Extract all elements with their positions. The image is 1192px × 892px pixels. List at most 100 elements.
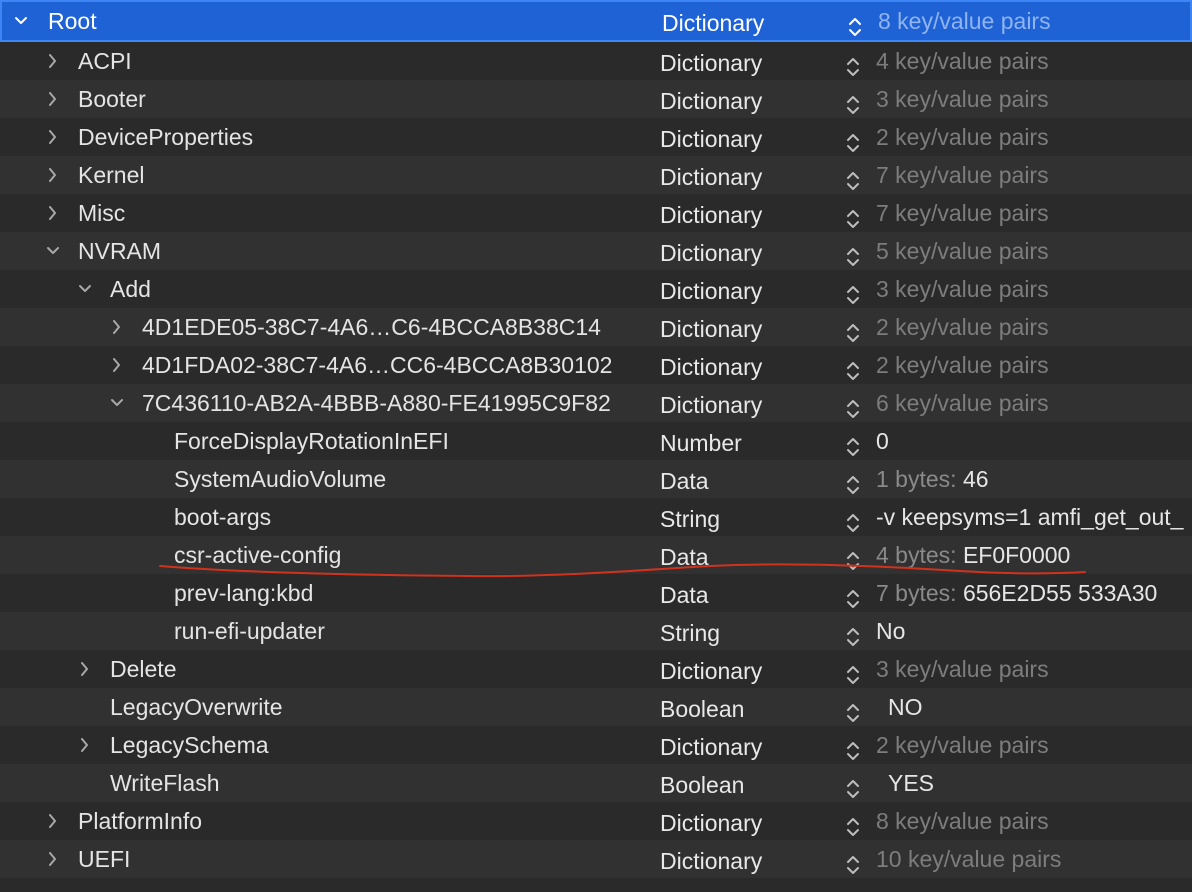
up-down-stepper-icon[interactable]: [845, 89, 861, 114]
plist-row-boot-args[interactable]: boot-args String -v keepsyms=1 amfi_get_ou…: [0, 498, 1192, 536]
up-down-stepper-icon[interactable]: [845, 545, 861, 570]
row-key[interactable]: csr-active-config: [174, 536, 341, 574]
row-value[interactable]: 5 key/value pairs: [876, 232, 1049, 270]
row-type[interactable]: Dictionary: [660, 272, 762, 310]
up-down-stepper-icon[interactable]: [845, 735, 861, 760]
chevron-right-icon[interactable]: [42, 42, 62, 80]
row-type[interactable]: Number: [660, 424, 742, 462]
row-value[interactable]: No: [876, 612, 905, 650]
up-down-stepper-icon[interactable]: [845, 279, 861, 304]
up-down-stepper-icon[interactable]: [845, 849, 861, 874]
up-down-stepper-icon[interactable]: [845, 317, 861, 342]
plist-row-deviceproperties[interactable]: DeviceProperties Dictionary 2 key/value pa…: [0, 118, 1192, 156]
row-type[interactable]: Dictionary: [660, 804, 762, 842]
row-type[interactable]: Dictionary: [660, 348, 762, 386]
up-down-stepper-icon[interactable]: [845, 811, 861, 836]
chevron-right-icon[interactable]: [74, 726, 94, 764]
row-type[interactable]: Data: [660, 576, 709, 614]
up-down-stepper-icon[interactable]: [845, 203, 861, 228]
plist-row-prev-lang-kbd[interactable]: prev-lang:kbd Data 7 bytes: 656E2D55 533A3…: [0, 574, 1192, 612]
plist-row-uefi[interactable]: UEFI Dictionary 10 key/value pairs: [0, 840, 1192, 878]
row-type[interactable]: Dictionary: [660, 44, 762, 82]
chevron-down-icon[interactable]: [10, 2, 30, 40]
row-key[interactable]: Misc: [78, 194, 125, 232]
plist-row-misc[interactable]: Misc Dictionary 7 key/value pairs: [0, 194, 1192, 232]
row-value[interactable]: 10 key/value pairs: [876, 840, 1061, 878]
row-type[interactable]: Dictionary: [660, 158, 762, 196]
plist-row-add[interactable]: Add Dictionary 3 key/value pairs: [0, 270, 1192, 308]
plist-row-run-efi-updater[interactable]: run-efi-updater String No: [0, 612, 1192, 650]
row-key[interactable]: LegacySchema: [110, 726, 269, 764]
row-value[interactable]: 7 key/value pairs: [876, 194, 1049, 232]
plist-row-nvram[interactable]: NVRAM Dictionary 5 key/value pairs: [0, 232, 1192, 270]
up-down-stepper-icon[interactable]: [845, 507, 861, 532]
row-key[interactable]: LegacyOverwrite: [110, 688, 283, 726]
plist-row-forcedisplayrotationinefi[interactable]: ForceDisplayRotationInEFI Number 0: [0, 422, 1192, 460]
row-key[interactable]: NVRAM: [78, 232, 161, 270]
plist-row-acpi[interactable]: ACPI Dictionary 4 key/value pairs: [0, 42, 1192, 80]
row-value[interactable]: YES: [888, 764, 934, 802]
row-value[interactable]: 2 key/value pairs: [876, 118, 1049, 156]
row-type[interactable]: String: [660, 614, 720, 652]
row-type[interactable]: String: [660, 500, 720, 538]
up-down-stepper-icon[interactable]: [845, 659, 861, 684]
row-value[interactable]: 6 key/value pairs: [876, 384, 1049, 422]
row-value[interactable]: 2 key/value pairs: [876, 726, 1049, 764]
up-down-stepper-icon[interactable]: [845, 621, 861, 646]
row-value[interactable]: 3 key/value pairs: [876, 650, 1049, 688]
row-type[interactable]: Data: [660, 462, 709, 500]
chevron-down-icon[interactable]: [106, 384, 126, 422]
row-key[interactable]: Booter: [78, 80, 146, 118]
up-down-stepper-icon[interactable]: [847, 11, 863, 36]
row-value[interactable]: 2 key/value pairs: [876, 308, 1049, 346]
plist-row-booter[interactable]: Booter Dictionary 3 key/value pairs: [0, 80, 1192, 118]
row-key[interactable]: UEFI: [78, 840, 130, 878]
chevron-right-icon[interactable]: [106, 346, 126, 384]
chevron-right-icon[interactable]: [42, 156, 62, 194]
plist-row-systemaudiovolume[interactable]: SystemAudioVolume Data 1 bytes: 46: [0, 460, 1192, 498]
row-type[interactable]: Dictionary: [660, 234, 762, 272]
chevron-right-icon[interactable]: [106, 308, 126, 346]
chevron-right-icon[interactable]: [42, 802, 62, 840]
row-value[interactable]: 1 bytes: 46: [876, 460, 989, 498]
up-down-stepper-icon[interactable]: [845, 583, 861, 608]
row-key[interactable]: WriteFlash: [110, 764, 220, 802]
row-value[interactable]: 3 key/value pairs: [876, 80, 1049, 118]
row-key[interactable]: run-efi-updater: [174, 612, 325, 650]
row-key[interactable]: 4D1FDA02-38C7-4A6…CC6-4BCCA8B30102: [142, 346, 612, 384]
chevron-right-icon[interactable]: [74, 650, 94, 688]
row-type[interactable]: Dictionary: [660, 386, 762, 424]
row-value[interactable]: -v keepsyms=1 amfi_get_out_: [876, 498, 1183, 536]
row-value[interactable]: 7 bytes: 656E2D55 533A30: [876, 574, 1157, 612]
row-type[interactable]: Dictionary: [660, 196, 762, 234]
row-value[interactable]: 3 key/value pairs: [876, 270, 1049, 308]
row-key[interactable]: Kernel: [78, 156, 144, 194]
plist-row-writeflash[interactable]: WriteFlash Boolean YES: [0, 764, 1192, 802]
plist-row-delete[interactable]: Delete Dictionary 3 key/value pairs: [0, 650, 1192, 688]
plist-row-4d1fda02-38c7-4a6-cc6-4bcca8b30102[interactable]: 4D1FDA02-38C7-4A6…CC6-4BCCA8B30102 Dictio…: [0, 346, 1192, 384]
up-down-stepper-icon[interactable]: [845, 773, 861, 798]
plist-row-4d1ede05-38c7-4a6-c6-4bcca8b38c14[interactable]: 4D1EDE05-38C7-4A6…C6-4BCCA8B38C14 Diction…: [0, 308, 1192, 346]
row-value[interactable]: NO: [888, 688, 923, 726]
row-key[interactable]: SystemAudioVolume: [174, 460, 386, 498]
row-type[interactable]: Boolean: [660, 690, 744, 728]
row-key[interactable]: DeviceProperties: [78, 118, 253, 156]
row-value[interactable]: 7 key/value pairs: [876, 156, 1049, 194]
row-key[interactable]: 7C436110-AB2A-4BBB-A880-FE41995C9F82: [142, 384, 611, 422]
row-value[interactable]: 0: [876, 422, 889, 460]
plist-row-platforminfo[interactable]: PlatformInfo Dictionary 8 key/value pairs: [0, 802, 1192, 840]
row-type[interactable]: Dictionary: [660, 728, 762, 766]
row-type[interactable]: Dictionary: [660, 652, 762, 690]
row-key[interactable]: prev-lang:kbd: [174, 574, 313, 612]
row-key[interactable]: boot-args: [174, 498, 271, 536]
row-key[interactable]: ACPI: [78, 42, 132, 80]
up-down-stepper-icon[interactable]: [845, 393, 861, 418]
row-type[interactable]: Dictionary: [660, 82, 762, 120]
row-key[interactable]: PlatformInfo: [78, 802, 202, 840]
chevron-right-icon[interactable]: [42, 194, 62, 232]
row-value[interactable]: 2 key/value pairs: [876, 346, 1049, 384]
chevron-right-icon[interactable]: [42, 80, 62, 118]
plist-row-legacyoverwrite[interactable]: LegacyOverwrite Boolean NO: [0, 688, 1192, 726]
up-down-stepper-icon[interactable]: [845, 469, 861, 494]
up-down-stepper-icon[interactable]: [845, 431, 861, 456]
